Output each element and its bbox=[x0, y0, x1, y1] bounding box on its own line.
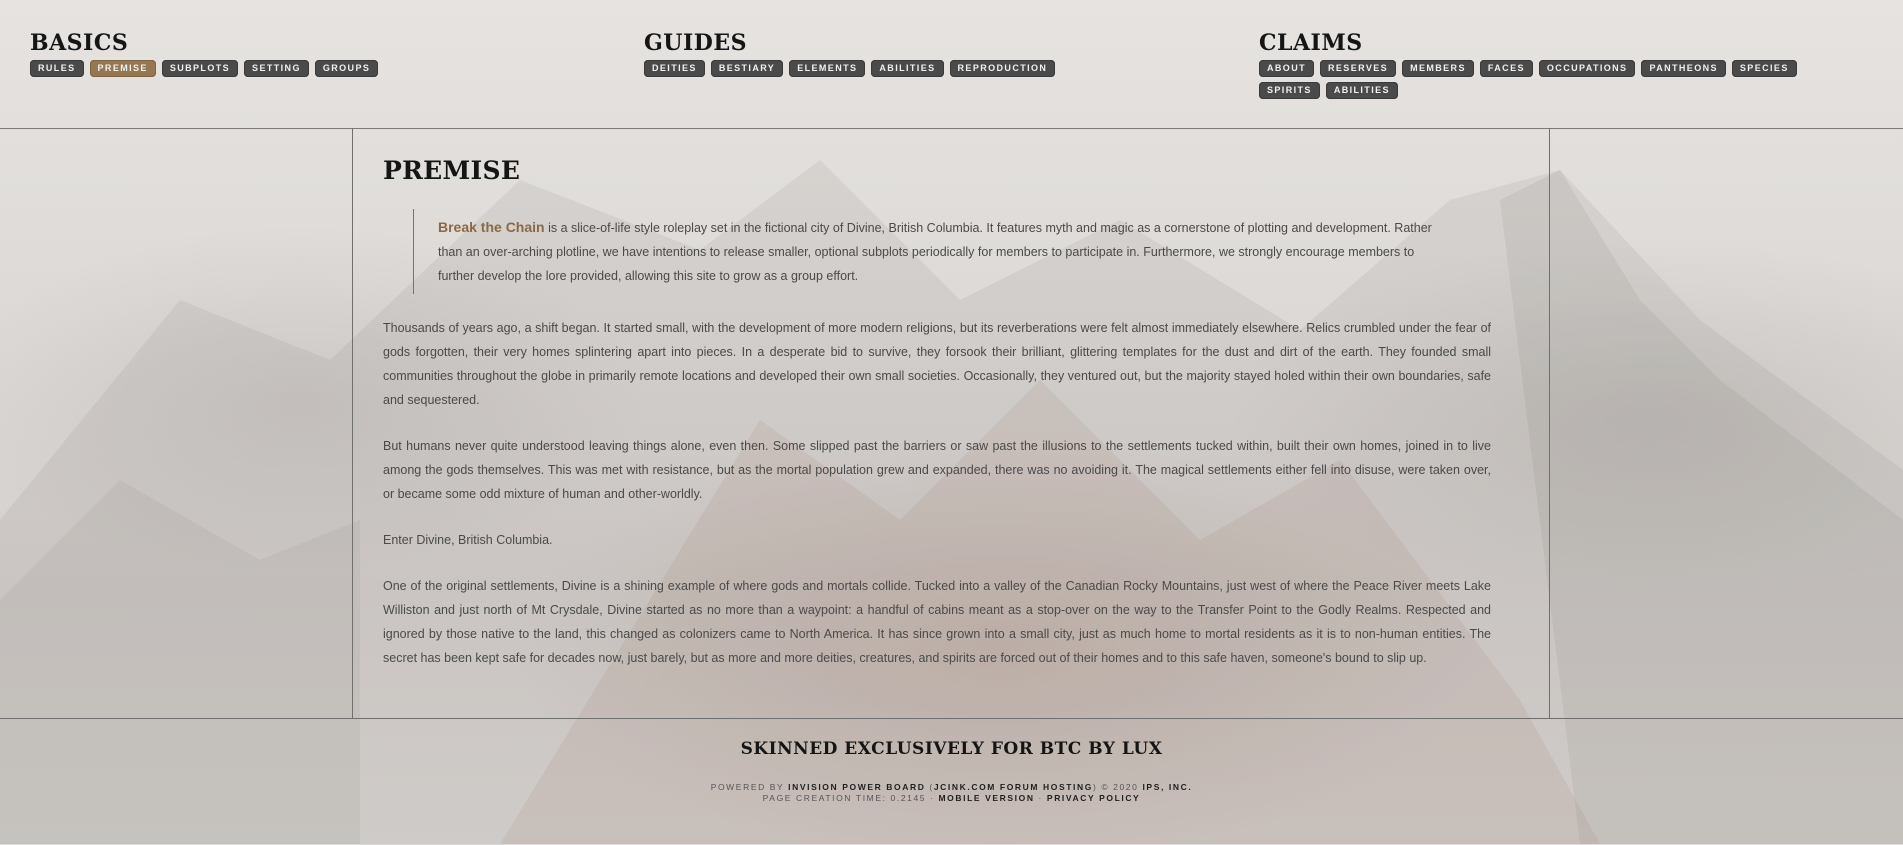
copyright: ) © 2020 bbox=[1092, 782, 1143, 792]
paragraph-1: Thousands of years ago, a shift began. I… bbox=[383, 321, 1491, 407]
ipb-link[interactable]: INVISION POWER BOARD bbox=[788, 782, 925, 792]
nav-pills: RULES PREMISE SUBPLOTS SETTING GROUPS bbox=[30, 60, 450, 77]
jcink-link[interactable]: JCINK.COM FORUM HOSTING bbox=[934, 782, 1093, 792]
content: PREMISE Break the Chain is a slice-of-li… bbox=[383, 156, 1491, 670]
nav-link-members[interactable]: MEMBERS bbox=[1402, 60, 1474, 77]
nav-group-guides: GUIDES DEITIES BESTIARY ELEMENTS ABILITIES R… bbox=[644, 30, 1124, 77]
creation-time: PAGE CREATION TIME: 0.2145 · bbox=[762, 793, 939, 803]
intro-blockquote: Break the Chain is a slice-of-life style… bbox=[413, 209, 1438, 294]
nav-link-abilities[interactable]: ABILITIES bbox=[871, 60, 944, 77]
nav-link-elements[interactable]: ELEMENTS bbox=[789, 60, 866, 77]
footer: SKINNED EXCLUSIVELY FOR BTC BY LUX POWER… bbox=[0, 718, 1903, 845]
nav-link-spirits[interactable]: SPIRITS bbox=[1259, 82, 1320, 99]
page-title: PREMISE bbox=[383, 156, 521, 185]
mobile-version-link[interactable]: MOBILE VERSION bbox=[938, 793, 1034, 803]
paragraph-2: But humans never quite understood leavin… bbox=[383, 439, 1491, 501]
paragraph-3: Enter Divine, British Columbia. bbox=[383, 533, 553, 547]
nav-link-rules[interactable]: RULES bbox=[30, 60, 84, 77]
site-name: Break the Chain bbox=[438, 219, 545, 235]
ips-link[interactable]: IPS, INC. bbox=[1142, 782, 1192, 792]
nav-group-title: CLAIMS bbox=[1259, 30, 1363, 56]
intro-text: is a slice-of-life style roleplay set in… bbox=[438, 221, 1432, 283]
nav-pills: ABOUT RESERVES MEMBERS FACES OCCUPATIONS PANT… bbox=[1259, 60, 1859, 99]
nav-group-title: GUIDES bbox=[644, 30, 747, 56]
header-nav: BASICS RULES PREMISE SUBPLOTS SETTING GROUPS… bbox=[0, 0, 1903, 129]
host-open: ( bbox=[925, 782, 934, 792]
privacy-policy-link[interactable]: PRIVACY POLICY bbox=[1047, 793, 1140, 803]
nav-link-faces[interactable]: FACES bbox=[1479, 60, 1533, 77]
nav-link-deities[interactable]: DEITIES bbox=[644, 60, 705, 77]
nav-group-basics: BASICS RULES PREMISE SUBPLOTS SETTING GROUPS bbox=[30, 30, 450, 77]
nav-pills: DEITIES BESTIARY ELEMENTS ABILITIES REPRODUC… bbox=[644, 60, 1124, 77]
nav-group-title: BASICS bbox=[30, 30, 129, 56]
nav-link-groups[interactable]: GROUPS bbox=[314, 60, 379, 77]
paragraph-4: One of the original settlements, Divine … bbox=[383, 579, 1491, 665]
nav-link-subplots[interactable]: SUBPLOTS bbox=[161, 60, 239, 77]
nav-link-reproduction[interactable]: REPRODUCTION bbox=[949, 60, 1056, 77]
nav-group-claims: CLAIMS ABOUT RESERVES MEMBERS FACES OCCUPATI… bbox=[1259, 30, 1859, 99]
powered-prefix: POWERED BY bbox=[710, 782, 789, 792]
main-content-panel: PREMISE Break the Chain is a slice-of-li… bbox=[352, 128, 1550, 718]
nav-link-premise[interactable]: PREMISE bbox=[89, 60, 156, 77]
skin-credit: SKINNED EXCLUSIVELY FOR BTC BY LUX bbox=[740, 739, 1163, 759]
page-meta-line: PAGE CREATION TIME: 0.2145 · MOBILE VERS… bbox=[0, 793, 1903, 804]
powered-by-line: POWERED BY INVISION POWER BOARD (JCINK.C… bbox=[0, 782, 1903, 793]
nav-link-species[interactable]: SPECIES bbox=[1731, 60, 1797, 77]
separator: · bbox=[1034, 793, 1047, 803]
nav-link-bestiary[interactable]: BESTIARY bbox=[710, 60, 784, 77]
nav-link-setting[interactable]: SETTING bbox=[244, 60, 309, 77]
nav-link-occupations[interactable]: OCCUPATIONS bbox=[1538, 60, 1636, 77]
nav-link-about[interactable]: ABOUT bbox=[1259, 60, 1314, 77]
nav-link-pantheons[interactable]: PANTHEONS bbox=[1641, 60, 1726, 77]
footer-credits: POWERED BY INVISION POWER BOARD (JCINK.C… bbox=[0, 782, 1903, 804]
nav-link-abilities[interactable]: ABILITIES bbox=[1325, 82, 1398, 99]
nav-link-reserves[interactable]: RESERVES bbox=[1320, 60, 1397, 77]
